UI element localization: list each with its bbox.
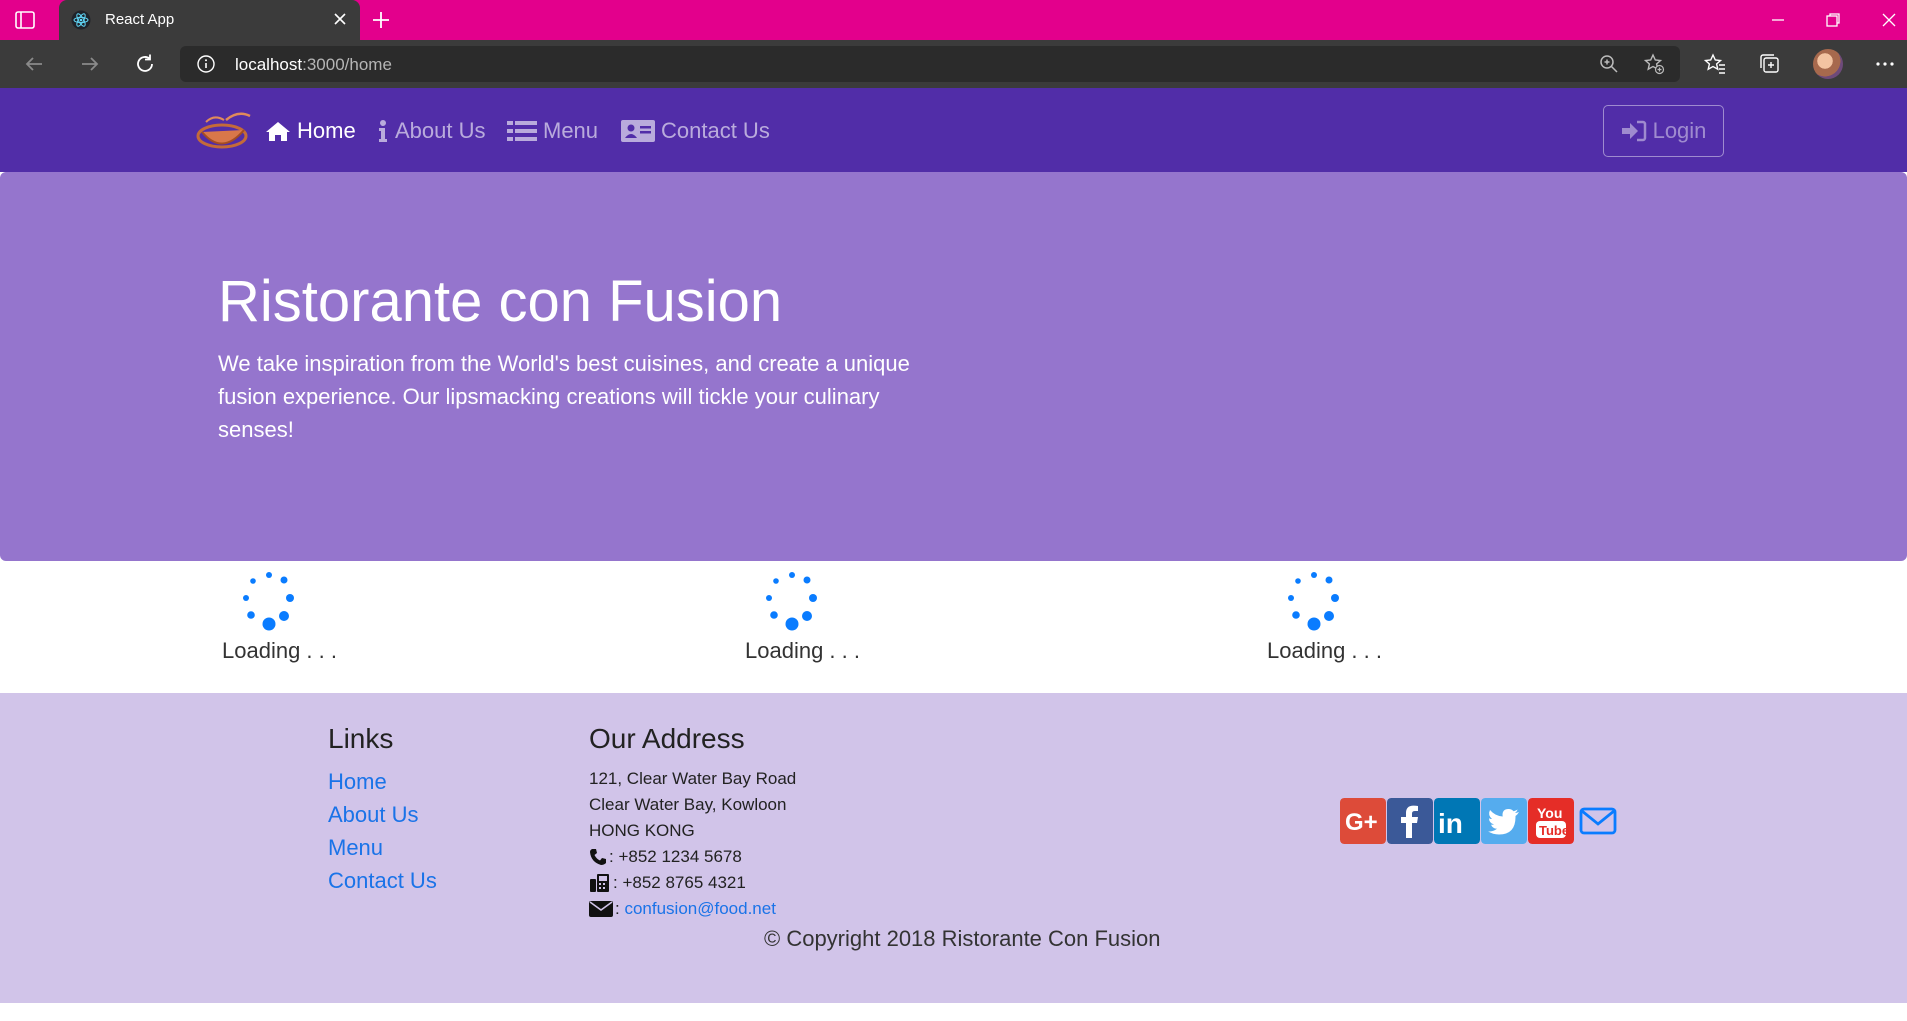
facebook-icon[interactable] bbox=[1387, 798, 1433, 844]
phone-line: : +852 1234 5678 bbox=[589, 847, 742, 867]
loading-text: Loading . . . bbox=[1267, 638, 1382, 663]
address-heading: Our Address bbox=[589, 723, 745, 754]
browser-toolbar: localhost:3000/home bbox=[0, 40, 1907, 88]
links-heading: Links bbox=[328, 723, 394, 754]
email-line: : confusion@food.net bbox=[589, 899, 776, 919]
address-card-icon bbox=[621, 120, 655, 142]
copyright-text: © Copyright 2018 Ristorante Con Fusion bbox=[764, 926, 1161, 951]
spinner-icon bbox=[1288, 572, 1339, 631]
email-icon[interactable] bbox=[1575, 798, 1621, 844]
profile-avatar[interactable] bbox=[1813, 49, 1843, 79]
site-info-icon[interactable] bbox=[196, 54, 216, 74]
email-link[interactable]: confusion@food.net bbox=[624, 899, 775, 919]
footer-link-menu[interactable]: Menu bbox=[328, 835, 383, 861]
restaurant-tagline: We take inspiration from the World's bes… bbox=[218, 351, 910, 442]
nav-menu[interactable]: Menu bbox=[507, 116, 598, 146]
phone-number: : +852 1234 5678 bbox=[609, 847, 742, 866]
tab-title: React App bbox=[105, 11, 175, 28]
twitter-icon[interactable] bbox=[1481, 798, 1527, 844]
fax-icon bbox=[590, 874, 609, 892]
sign-in-icon bbox=[1621, 120, 1646, 142]
email-prefix: : bbox=[615, 899, 625, 918]
footer: Links Home About Us Menu Contact Us Our … bbox=[0, 693, 1907, 1003]
new-tab-icon[interactable] bbox=[369, 8, 393, 32]
svg-text:Tube: Tube bbox=[1539, 823, 1569, 838]
nav-about-label: About Us bbox=[395, 118, 486, 143]
address-bar[interactable]: localhost:3000/home bbox=[180, 46, 1680, 82]
envelope-icon bbox=[589, 901, 613, 917]
fax-line: : +852 8765 4321 bbox=[589, 873, 746, 893]
loading-text: Loading . . . bbox=[222, 638, 337, 663]
nav-contact-us[interactable]: Contact Us bbox=[621, 116, 770, 146]
add-favorite-icon[interactable] bbox=[1643, 53, 1665, 75]
nav-home[interactable]: Home bbox=[265, 116, 356, 146]
home-icon bbox=[266, 122, 290, 141]
svg-text:in: in bbox=[1438, 808, 1463, 839]
address-line: HONG KONG bbox=[589, 821, 695, 840]
tab-close-icon[interactable] bbox=[332, 11, 348, 27]
fax-number: : +852 8765 4321 bbox=[613, 873, 746, 892]
login-label: Login bbox=[1652, 118, 1707, 143]
nav-about-us[interactable]: About Us bbox=[377, 116, 486, 146]
list-icon bbox=[507, 121, 537, 141]
svg-text:You: You bbox=[1537, 805, 1562, 821]
restaurant-title: Ristorante con Fusion bbox=[218, 269, 783, 334]
jumbotron: Ristorante con Fusion We take inspiratio… bbox=[0, 172, 1907, 561]
back-icon[interactable] bbox=[22, 52, 46, 76]
info-icon bbox=[379, 120, 387, 142]
minimize-icon[interactable] bbox=[1766, 8, 1790, 32]
youtube-icon[interactable]: You Tube bbox=[1528, 798, 1574, 844]
tab-actions-icon[interactable] bbox=[14, 9, 36, 31]
brand-logo[interactable] bbox=[196, 108, 252, 154]
browser-tab-strip: React App bbox=[0, 0, 1907, 40]
svg-text:G+: G+ bbox=[1345, 809, 1378, 836]
browser-tab[interactable]: React App bbox=[59, 0, 360, 40]
spinner-icon bbox=[766, 572, 817, 631]
restore-icon[interactable] bbox=[1821, 8, 1845, 32]
nav-contact-label: Contact Us bbox=[661, 118, 770, 143]
linkedin-icon[interactable]: in bbox=[1434, 798, 1480, 844]
footer-link-about-us[interactable]: About Us bbox=[328, 802, 419, 828]
loading-text: Loading . . . bbox=[745, 638, 860, 663]
app-navbar: Home About Us Menu Contact Us Login bbox=[0, 88, 1907, 172]
login-button[interactable]: Login bbox=[1603, 105, 1724, 157]
footer-link-contact-us[interactable]: Contact Us bbox=[328, 868, 437, 894]
collections-icon[interactable] bbox=[1758, 52, 1782, 76]
forward-icon[interactable] bbox=[78, 52, 102, 76]
google-plus-icon[interactable]: G+ bbox=[1340, 798, 1386, 844]
url-text: localhost:3000/home bbox=[235, 55, 392, 74]
close-window-icon[interactable] bbox=[1877, 8, 1901, 32]
address-line: Clear Water Bay, Kowloon bbox=[589, 795, 787, 814]
react-favicon-icon bbox=[71, 10, 91, 30]
phone-icon bbox=[590, 849, 606, 865]
spinner-icon bbox=[243, 572, 294, 631]
footer-link-home[interactable]: Home bbox=[328, 769, 387, 795]
nav-home-label: Home bbox=[297, 118, 356, 143]
favorites-icon[interactable] bbox=[1703, 52, 1727, 76]
nav-menu-label: Menu bbox=[543, 118, 599, 143]
address-line: 121, Clear Water Bay Road bbox=[589, 769, 797, 788]
refresh-icon[interactable] bbox=[133, 52, 157, 76]
zoom-icon[interactable] bbox=[1598, 53, 1620, 75]
more-options-icon[interactable] bbox=[1873, 52, 1897, 76]
